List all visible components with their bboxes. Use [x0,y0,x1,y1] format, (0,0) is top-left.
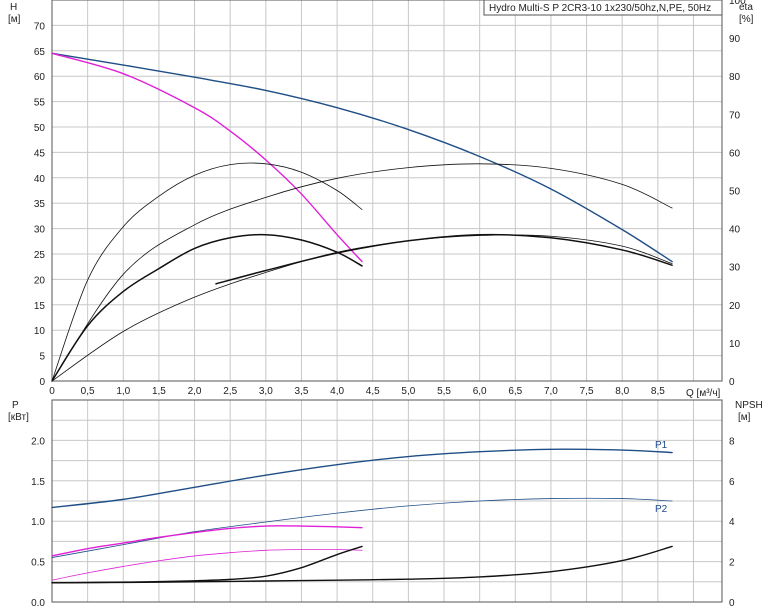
bottom-y-right-tick-label: 6 [729,477,735,488]
bottom-y-left-tick-label: 2.0 [31,436,45,447]
x-tick-label: 5,5 [437,386,451,397]
bottom-y-left-tick-label: 0.0 [31,598,45,609]
series-label-p1: P1 [655,440,668,451]
bottom-y-right-tick-label: 4 [729,517,735,528]
top-y-left-tick-label: 20 [34,275,46,286]
bottom-y-left-label: P [12,400,19,411]
bottom-curve-npsh_big [51,545,673,584]
top-curve-eta_thin_small [51,162,363,382]
bottom-curve-npsh_small [51,545,363,584]
bottom-y-right-tick-label: 8 [729,436,735,447]
top-y-left-tick-label: 55 [34,98,46,109]
x-tick-label: 7,5 [580,386,594,397]
bottom-curve-p1 [51,448,673,509]
x-tick-label: 1,0 [116,386,130,397]
bottom-y-left-tick-label: 1.0 [31,517,45,528]
x-tick-label: 6,5 [508,386,522,397]
bottom-y-left-tick-label: 1.5 [31,477,45,488]
top-y-right-tick-label: 90 [729,34,741,45]
x-tick-label: 8,0 [615,386,629,397]
bottom-y-left-tick-label: 0.5 [31,558,45,569]
bottom-curve-p2_magenta [51,548,363,581]
top-y-right-unit: [%] [739,14,754,25]
top-x-label: Q [м³/ч] [686,388,721,399]
bottom-y-right-tick-label: 2 [729,558,735,569]
x-tick-label: 1,5 [152,386,166,397]
top-plot-frame [51,0,723,382]
x-tick-label: 7,0 [544,386,558,397]
x-tick-label: 3,0 [259,386,273,397]
top-y-right-tick-label: 50 [729,187,741,198]
top-y-right-tick-label: 100 [729,0,746,7]
top-curve-eta_thin_big [51,163,673,382]
top-y-right-tick-label: 60 [729,148,741,159]
top-y-right-tick-label: 80 [729,72,741,83]
x-tick-label: 6,0 [473,386,487,397]
top-y-left-unit: [м] [8,14,21,25]
x-tick-label: 8,5 [651,386,665,397]
x-tick-label: 2,5 [223,386,237,397]
x-tick-label: 3,5 [295,386,309,397]
top-y-right-tick-label: 70 [729,110,741,121]
top-y-left-tick-label: 35 [34,199,46,210]
top-y-left-tick-label: 65 [34,47,46,58]
top-curve-h_blue [51,52,673,263]
series-label-p2: P2 [655,504,668,515]
top-y-right-tick-label: 0 [729,377,735,388]
top-y-left-tick-label: 40 [34,174,46,185]
top-y-left-tick-label: 60 [34,72,46,83]
top-y-right-tick-label: 40 [729,225,741,236]
bottom-plot-grid [51,399,723,603]
top-y-left-tick-label: 0 [39,377,45,388]
top-curve-h_magenta [51,52,363,263]
bottom-y-right-tick-label: 0 [729,598,735,609]
bottom-curve-p1_magenta [51,525,363,557]
x-tick-label: 0 [49,386,55,397]
pump-performance-chart: H [м] eta [%] Q [м³/ч] P [кВт] NPSH [м] … [8,0,763,609]
top-y-left-tick-label: 70 [34,21,46,32]
x-tick-label: 5,0 [401,386,415,397]
top-y-left-tick-label: 50 [34,123,46,134]
top-y-left-tick-label: 5 [39,352,45,363]
x-tick-label: 0,5 [81,386,95,397]
x-tick-label: 4,5 [366,386,380,397]
x-tick-label: 4,0 [330,386,344,397]
chart-title: Hydro Multi-S P 2CR3-10 1x230/50hz,N,PE,… [489,3,711,14]
top-y-left-tick-label: 30 [34,225,46,236]
top-y-left-tick-label: 10 [34,326,46,337]
top-y-left-tick-label: 45 [34,148,46,159]
top-y-right-tick-label: 30 [729,263,741,274]
top-curve-eta_thin_big2 [51,234,673,382]
top-y-left-label: H [10,2,17,13]
x-tick-label: 2,0 [188,386,202,397]
top-plot-grid [51,0,723,382]
bottom-y-right-label: NPSH [735,400,763,411]
top-y-left-tick-label: 25 [34,250,46,261]
top-y-right-tick-label: 10 [729,339,741,350]
curves [51,52,673,584]
bottom-y-right-unit: [м] [738,412,751,423]
top-y-left-tick-label: 15 [34,301,46,312]
top-y-right-tick-label: 20 [729,301,741,312]
bottom-y-left-unit: [кВт] [8,412,29,423]
